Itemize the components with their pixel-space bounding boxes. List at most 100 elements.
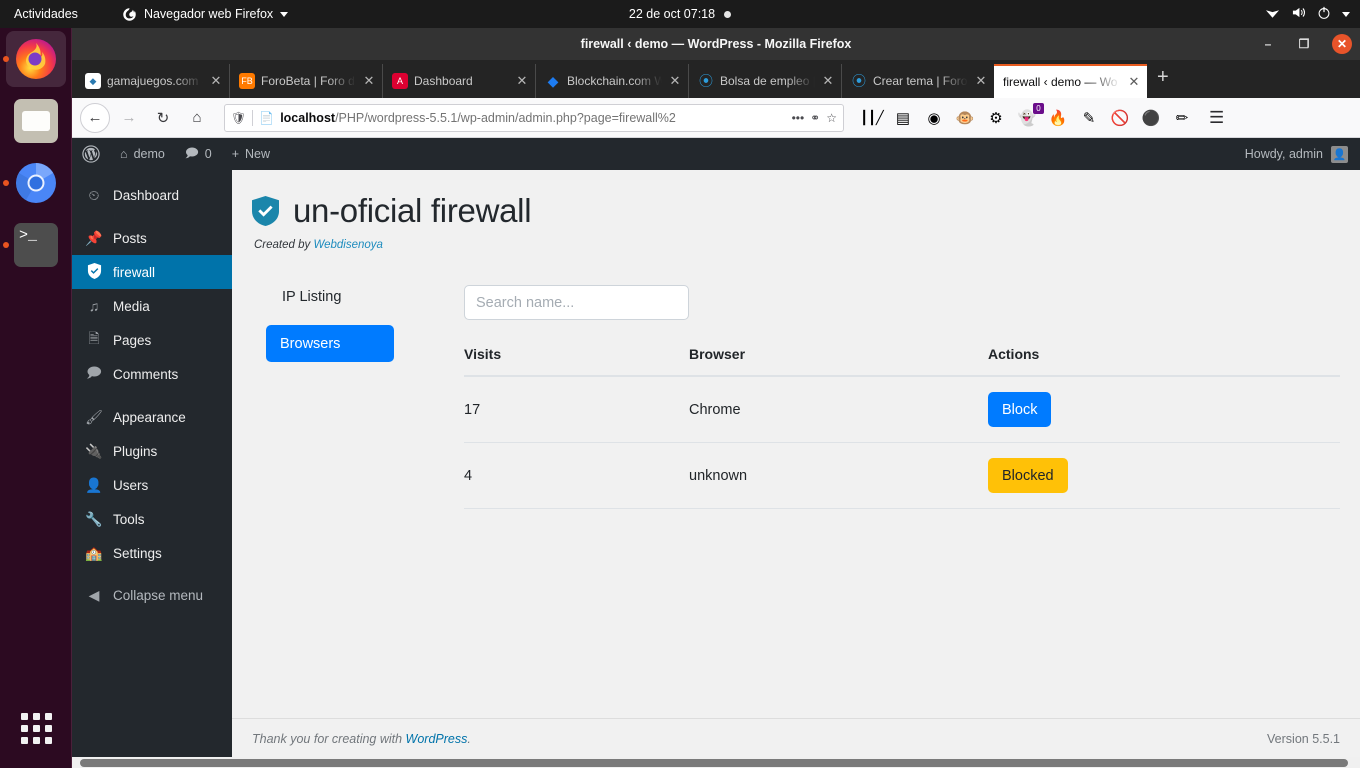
close-tab-icon[interactable]: ✕ [209, 73, 223, 89]
dock-item-firefox[interactable] [0, 28, 72, 90]
close-tab-icon[interactable]: ✕ [821, 73, 835, 89]
page-title: un-oficial firewall [252, 192, 1340, 230]
browser-tab[interactable]: ◆ gamajuegos.com - ✕ [76, 64, 229, 98]
eyedropper-icon[interactable]: ✎ [1079, 108, 1099, 128]
sidebar-item-pages[interactable]: 🗎 Pages [72, 323, 232, 357]
clock-menu[interactable]: 22 de oct 07:18 [570, 7, 790, 21]
scrollbar-thumb[interactable] [80, 759, 1348, 767]
home-icon: ⌂ [120, 147, 128, 161]
sidebar-icon[interactable]: ▤ [893, 108, 913, 128]
maximize-button[interactable]: ❐ [1296, 36, 1312, 52]
close-tab-icon[interactable]: ✕ [515, 73, 529, 89]
back-button[interactable]: ← [80, 102, 110, 133]
adblock-icon[interactable]: 🚫 [1110, 108, 1130, 128]
browser-tab[interactable]: ◆ Blockchain.com W ✕ [535, 64, 688, 98]
activities-button[interactable]: Actividades [0, 7, 92, 21]
page-info-icon[interactable]: 📄 [259, 111, 274, 125]
gamajuegos-icon: ◆ [85, 73, 101, 89]
account-menu[interactable]: Howdy, admin 👤 [1245, 138, 1360, 170]
close-button[interactable]: ✕ [1332, 34, 1352, 54]
sidebar-item-tools[interactable]: 🔧 Tools [72, 502, 232, 536]
search-row [464, 285, 1340, 320]
url-bar[interactable]: 🛡 📄 localhost/PHP/wordpress-5.5.1/wp-adm… [224, 103, 844, 132]
sidebar-item-posts[interactable]: 📌 Posts [72, 221, 232, 255]
wordpress-link[interactable]: WordPress [406, 732, 468, 746]
left-nav-column: IP Listing Browsers [252, 285, 464, 509]
app-menu-firefox[interactable]: Navegador web Firefox [122, 7, 289, 22]
browser-tab[interactable]: A Dashboard ✕ [382, 64, 535, 98]
page-actions-icon[interactable]: ••• [792, 111, 805, 125]
comments-menu[interactable]: 🗩 0 [175, 138, 222, 170]
flame-extension-icon[interactable]: 🔥 [1048, 108, 1068, 128]
duckduckgo-icon[interactable]: ⚫ [1141, 108, 1161, 128]
cell-visits: 17 [464, 376, 689, 443]
tracking-protection-icon[interactable]: 🛡 [231, 111, 246, 125]
column-header-browser: Browser [689, 346, 988, 377]
comment-icon: 🗩 [86, 364, 102, 380]
column-header-actions: Actions [988, 346, 1340, 377]
new-tab-button[interactable]: + [1147, 66, 1179, 93]
browser-tab[interactable]: ⦿ Crear tema | Foro ✕ [841, 64, 994, 98]
account-icon[interactable]: ◉ [924, 108, 944, 128]
dock-item-terminal[interactable]: >_ [0, 214, 72, 276]
star-icon[interactable]: ☆ [826, 111, 837, 125]
sidebar-item-label: Dashboard [113, 187, 180, 203]
tab-browsers[interactable]: Browsers [266, 325, 394, 362]
blocked-button[interactable]: Blocked [988, 458, 1068, 493]
firefox-menu-icon[interactable]: ☰ [1209, 108, 1224, 128]
show-applications-button[interactable] [0, 698, 72, 758]
minimize-button[interactable]: – [1260, 36, 1276, 52]
sidebar-item-users[interactable]: 👤 Users [72, 468, 232, 502]
close-tab-icon[interactable]: ✕ [1127, 74, 1141, 90]
sidebar-item-dashboard[interactable]: ⏲ Dashboard [72, 178, 232, 212]
sidebar-item-label: Plugins [113, 443, 158, 459]
firefox-icon [14, 37, 58, 81]
sidebar-item-settings[interactable]: 🏫 Settings [72, 536, 232, 570]
credit-prefix: Created by [254, 239, 314, 251]
cell-visits: 4 [464, 442, 689, 509]
close-tab-icon[interactable]: ✕ [668, 73, 682, 89]
horizontal-scrollbar[interactable] [72, 757, 1360, 768]
close-tab-icon[interactable]: ✕ [974, 73, 988, 89]
table-header-row: Visits Browser Actions [464, 346, 1340, 377]
search-input[interactable] [464, 285, 689, 320]
browser-tab[interactable]: ⦿ Bolsa de empleo | ✕ [688, 64, 841, 98]
block-button[interactable]: Block [988, 392, 1052, 427]
tab-strip: ◆ gamajuegos.com - ✕ FB ForoBeta | Foro … [72, 60, 1360, 98]
wheel-extension-icon[interactable]: ⚙ [986, 108, 1006, 128]
site-name-menu[interactable]: ⌂ demo [110, 138, 175, 170]
reload-button[interactable]: ↻ [148, 103, 178, 133]
pocket-icon[interactable]: ⚭ [810, 111, 820, 125]
terminal-icon: >_ [14, 223, 58, 267]
monkey-extension-icon[interactable]: 🐵 [955, 108, 975, 128]
system-status-menu[interactable] [1265, 0, 1350, 28]
sidebar-item-appearance[interactable]: 🖌 Appearance [72, 400, 232, 434]
comment-bubble-icon: 🗩 [184, 145, 199, 160]
library-icon[interactable]: ┃┃╱ [860, 108, 883, 128]
tab-title: Dashboard [414, 74, 473, 88]
credit-link[interactable]: Webdisenoya [313, 239, 382, 251]
dock-item-chromium[interactable] [0, 152, 72, 214]
wp-logo-icon[interactable] [72, 138, 110, 170]
brush-icon: 🖌 [85, 408, 103, 425]
browser-tab-active[interactable]: firewall ‹ demo — Wo ✕ [994, 64, 1147, 98]
sidebar-item-firewall[interactable]: firewall [72, 255, 240, 289]
sidebar-item-label: Posts [113, 230, 147, 246]
pencil-extension-icon[interactable]: ✏ [1172, 108, 1192, 128]
sidebar-item-media[interactable]: ♫ Media [72, 289, 232, 323]
chevron-down-icon [1342, 11, 1350, 17]
window-titlebar: firewall ‹ demo — WordPress - Mozilla Fi… [72, 28, 1360, 60]
forward-button[interactable]: → [114, 103, 144, 133]
new-content-menu[interactable]: + New [222, 138, 280, 170]
sidebar-item-comments[interactable]: 🗩 Comments [72, 357, 232, 391]
close-tab-icon[interactable]: ✕ [362, 73, 376, 89]
sidebar-item-plugins[interactable]: 🔌 Plugins [72, 434, 232, 468]
home-button[interactable]: ⌂ [182, 103, 212, 133]
browser-tab[interactable]: FB ForoBeta | Foro de ✕ [229, 64, 382, 98]
collapse-menu-button[interactable]: ◀ Collapse menu [72, 578, 232, 612]
tab-ip-listing[interactable]: IP Listing [266, 285, 464, 305]
dock-item-files[interactable] [0, 90, 72, 152]
comments-count: 0 [204, 147, 212, 161]
ghostery-icon[interactable]: 👻 0 [1017, 102, 1044, 128]
table-row: 4 unknown Blocked [464, 442, 1340, 509]
